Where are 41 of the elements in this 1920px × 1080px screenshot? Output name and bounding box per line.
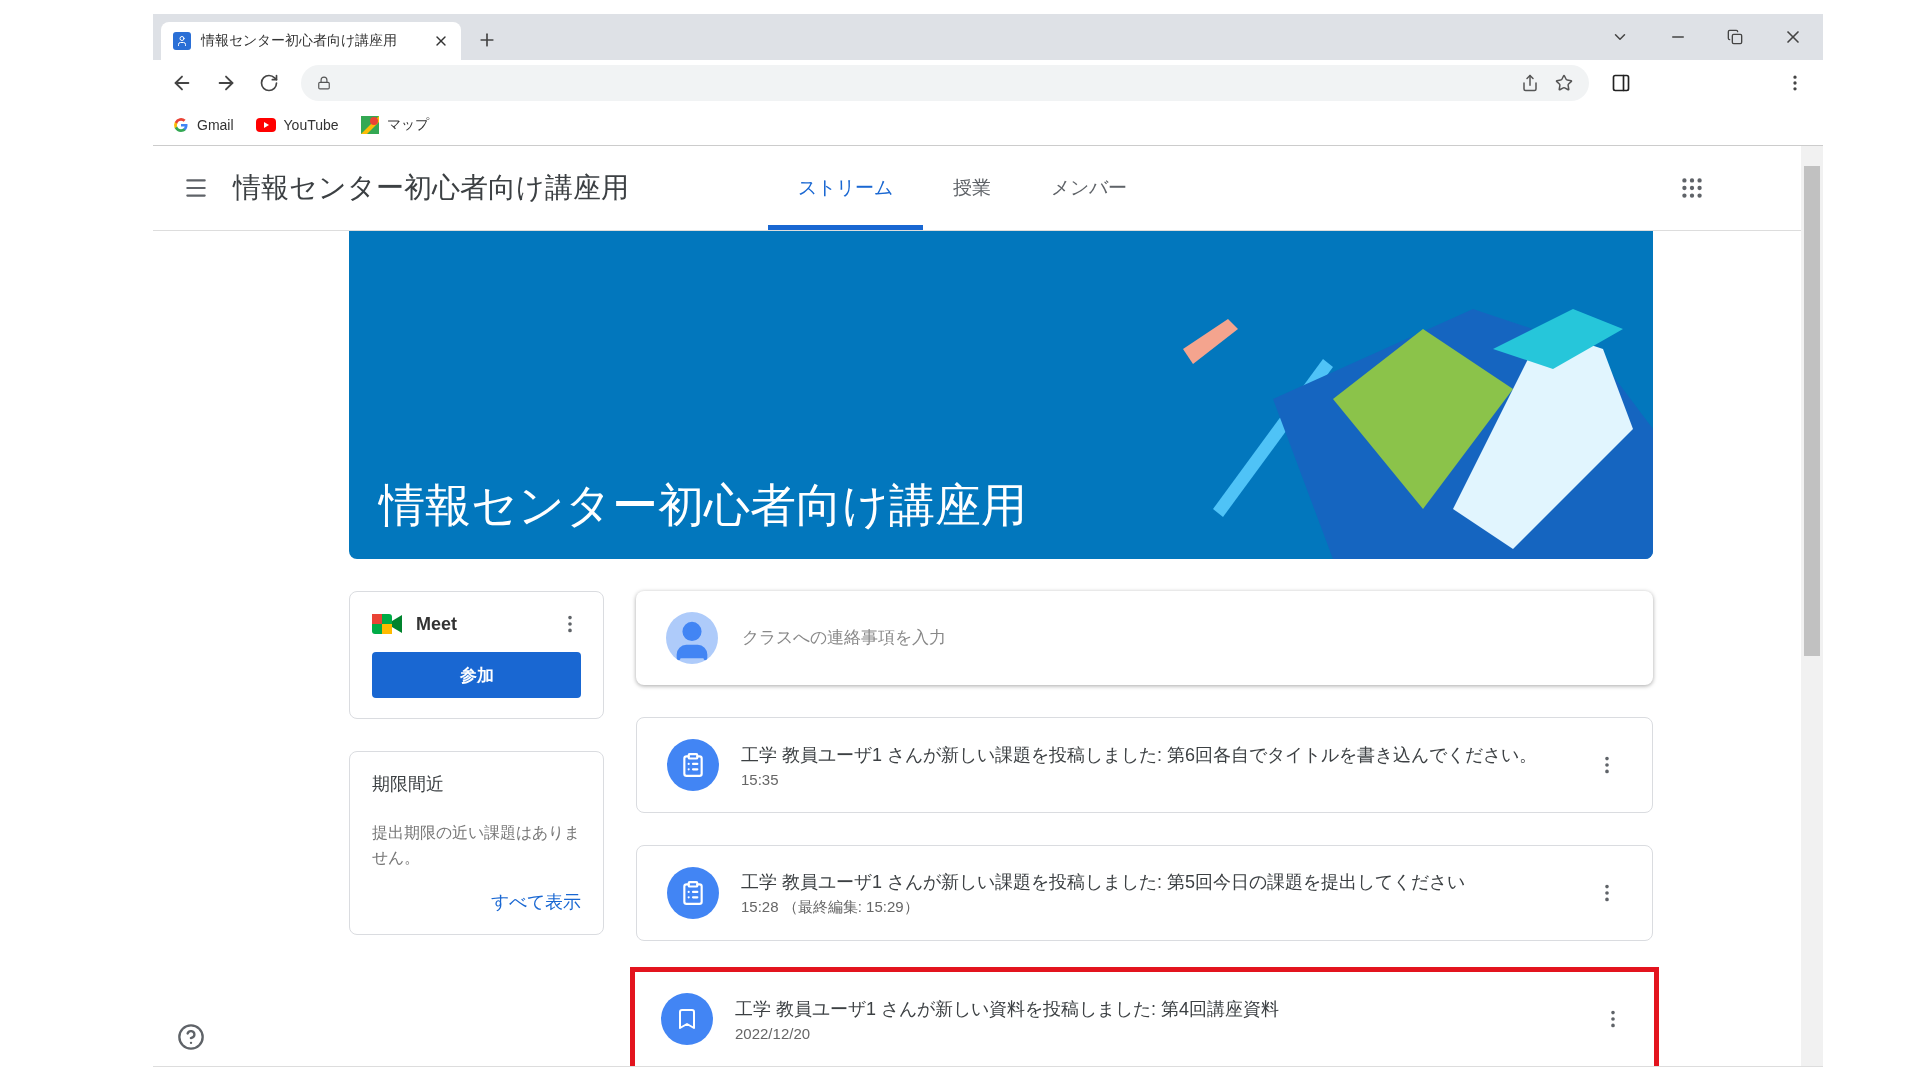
banner-title: 情報センター初心者向け講座用 — [379, 478, 1027, 533]
stream-post[interactable]: 工学 教員ユーザ1 さんが新しい資料を投稿しました: 第4回講座資料 2022/12/20 — [630, 967, 1659, 1066]
help-icon[interactable] — [177, 1023, 205, 1051]
classroom-favicon-icon — [173, 32, 191, 50]
post-text: 工学 教員ユーザ1 さんが新しい資料を投稿しました: 第4回講座資料 — [735, 997, 1281, 1021]
bookmark-link[interactable]: マップ — [360, 116, 429, 134]
view-all-link[interactable]: すべて表示 — [372, 890, 581, 914]
stream-post[interactable]: 工学 教員ユーザ1 さんが新しい課題を投稿しました: 第6回各自でタイトルを書き込んでください。 15:35 — [636, 717, 1653, 813]
announcement-composer[interactable]: クラスへの連絡事項を入力 — [636, 591, 1653, 685]
share-icon[interactable] — [1521, 73, 1539, 92]
class-title: 情報センター初心者向け講座用 — [233, 171, 630, 205]
google-logo-icon — [173, 117, 189, 133]
bookmark-link[interactable]: Gmail — [173, 117, 234, 133]
scrollbar-thumb[interactable] — [1804, 166, 1820, 656]
join-button[interactable]: 参加 — [372, 652, 581, 698]
post-time: 15:28 （最終編集: 15:29） — [741, 897, 920, 917]
post-time: 15:35 — [741, 770, 780, 788]
side-panel-icon[interactable] — [1611, 72, 1631, 93]
nav-tab[interactable]: 授業 — [923, 146, 1021, 230]
meet-label: Meet — [416, 613, 458, 635]
lock-icon — [317, 75, 331, 90]
reload-icon[interactable] — [259, 72, 279, 93]
stream-post[interactable]: 工学 教員ユーザ1 さんが新しい課題を投稿しました: 第5回今日の課題を提出してください 15:28 （最終編集: 15:29） — [636, 845, 1653, 941]
upcoming-title: 期限間近 — [372, 773, 445, 796]
video-camera-logo-icon — [372, 612, 402, 636]
bookmark-link[interactable]: YouTube — [255, 117, 339, 133]
announcement-field[interactable]: クラスへの連絡事項を入力 — [740, 627, 1623, 649]
post-time: 2022/12/20 — [735, 1024, 812, 1042]
clipboard-icon — [680, 880, 706, 906]
upcoming-message: 提出期限の近い課題はありません。 — [372, 823, 581, 868]
browser-tab[interactable]: 情報センター初心者向け講座用 — [161, 22, 461, 60]
play-logo-icon — [255, 118, 276, 132]
restore-icon[interactable] — [1727, 29, 1743, 45]
nav-tab[interactable]: メンバー — [1021, 146, 1157, 230]
clipboard-icon — [680, 752, 706, 778]
post-text: 工学 教員ユーザ1 さんが新しい課題を投稿しました: 第5回今日の課題を提出してください — [741, 870, 1467, 894]
star-icon[interactable] — [1555, 73, 1573, 92]
map-pin-icon — [360, 116, 379, 134]
apps-grid-icon[interactable] — [1679, 175, 1705, 201]
post-text: 工学 教員ユーザ1 さんが新しい課題を投稿しました: 第6回各自でタイトルを書き込んでください。 — [741, 743, 1539, 767]
avatar-icon — [666, 612, 718, 664]
